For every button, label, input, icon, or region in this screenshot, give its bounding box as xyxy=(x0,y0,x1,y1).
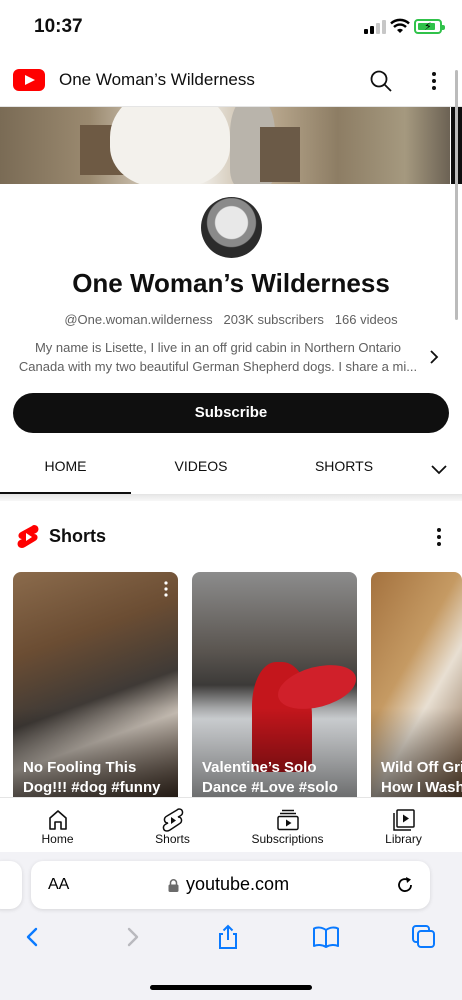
chevron-right-icon[interactable] xyxy=(424,346,444,368)
nav-label: Library xyxy=(385,832,422,846)
channel-name: One Woman’s Wilderness xyxy=(72,268,390,298)
library-icon xyxy=(392,809,415,831)
nav-shorts[interactable]: Shorts xyxy=(115,798,230,853)
tab-videos[interactable]: VIDEOS xyxy=(138,446,264,492)
short-title-line: Dance #Love #solo xyxy=(202,779,338,796)
tabs-icon[interactable] xyxy=(411,924,437,950)
more-options-icon[interactable] xyxy=(424,68,444,94)
channel-banner xyxy=(0,107,450,184)
subscribe-button[interactable]: Subscribe xyxy=(13,393,449,433)
channel-meta: @One.woman.wilderness 203K subscribers 1… xyxy=(0,312,462,327)
nav-home[interactable]: Home xyxy=(0,798,115,853)
tab-home[interactable]: HOME xyxy=(0,446,131,494)
url-text[interactable]: youtube.com xyxy=(186,874,289,895)
description-line: My name is Lisette, I live in an off gri… xyxy=(34,340,402,355)
shorts-icon xyxy=(162,808,183,832)
section-divider xyxy=(0,495,462,501)
cellular-signal-icon xyxy=(364,20,386,34)
more-options-icon[interactable] xyxy=(430,525,448,549)
short-card[interactable]: Valentine’s Solo Dance #Love #solo xyxy=(192,572,357,798)
shorts-shelf-title: Shorts xyxy=(49,526,107,546)
video-count: 166 videos xyxy=(334,312,398,327)
channel-description[interactable]: My name is Lisette, I live in an off gri… xyxy=(14,338,422,376)
battery-icon: ⚡ xyxy=(414,19,445,34)
lock-icon xyxy=(168,879,179,892)
share-icon[interactable] xyxy=(215,924,241,950)
search-icon[interactable] xyxy=(368,68,394,94)
back-icon[interactable] xyxy=(20,924,46,950)
nav-library[interactable]: Library xyxy=(346,798,461,853)
short-title: Valentine’s Solo Dance #Love #solo xyxy=(202,758,357,798)
app-bar: One Woman’s Wilderness xyxy=(0,56,462,107)
bottom-navigation: Home Shorts Subscriptions Library xyxy=(0,797,462,853)
youtube-logo-icon[interactable] xyxy=(13,69,45,91)
more-options-icon[interactable] xyxy=(162,580,170,598)
status-time: 10:37 xyxy=(34,16,83,37)
subscriptions-icon xyxy=(276,809,299,831)
short-title: Wild Off Gri How I Wash xyxy=(381,758,462,798)
short-title-line: Valentine’s Solo xyxy=(202,759,317,776)
short-title-line: Wild Off Gri xyxy=(381,759,462,776)
nav-label: Shorts xyxy=(155,832,190,846)
subscriber-count: 203K subscribers xyxy=(223,312,324,327)
chevron-down-icon[interactable] xyxy=(428,458,450,480)
app-bar-title: One Woman’s Wilderness xyxy=(59,70,255,89)
nav-label: Subscriptions xyxy=(251,832,324,846)
tab-shorts[interactable]: SHORTS xyxy=(282,446,406,492)
reload-icon[interactable] xyxy=(395,875,415,895)
previous-tab-preview[interactable] xyxy=(0,861,22,909)
text-size-button[interactable]: AA xyxy=(48,876,69,894)
home-indicator[interactable] xyxy=(150,985,312,990)
shorts-logo-icon xyxy=(17,525,39,548)
wifi-icon xyxy=(390,18,410,33)
channel-handle: @One.woman.wilderness xyxy=(64,312,213,327)
short-title-line: How I Wash xyxy=(381,779,462,796)
status-bar: 10:37 ⚡ xyxy=(0,0,462,56)
channel-tabs: HOME VIDEOS SHORTS xyxy=(0,446,462,495)
short-title: No Fooling This Dog!!! #dog #funny xyxy=(23,758,178,798)
bookmarks-icon[interactable] xyxy=(313,924,339,950)
short-card[interactable]: No Fooling This Dog!!! #dog #funny xyxy=(13,572,178,798)
channel-avatar[interactable] xyxy=(201,197,262,258)
nav-subscriptions[interactable]: Subscriptions xyxy=(230,798,345,853)
description-line: Canada with my two beautiful German Shep… xyxy=(18,359,418,374)
forward-icon[interactable] xyxy=(119,924,145,950)
home-icon xyxy=(48,810,67,830)
nav-label: Home xyxy=(41,832,74,846)
short-title-line: No Fooling This xyxy=(23,759,137,776)
short-title-line: Dog!!! #dog #funny xyxy=(23,779,161,796)
short-card[interactable]: Wild Off Gri How I Wash xyxy=(371,572,462,798)
